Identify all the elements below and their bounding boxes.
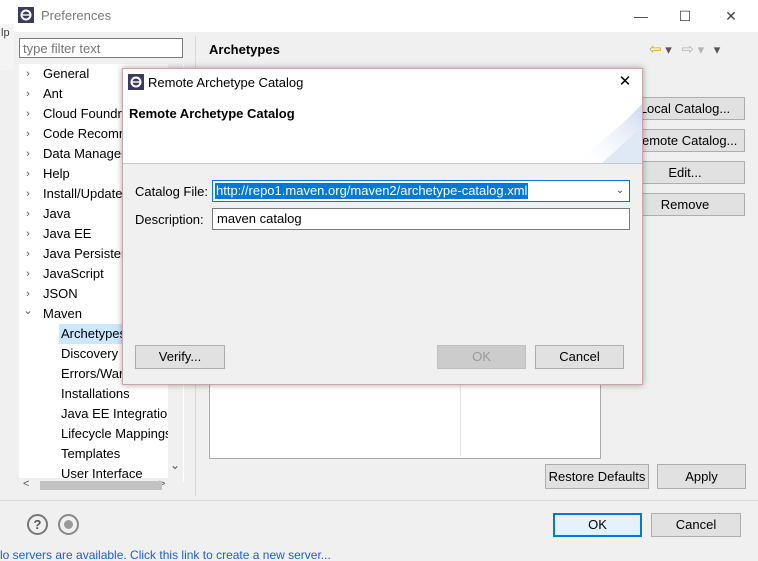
chevron-right-icon[interactable]: › (23, 84, 33, 104)
dialog-cancel-button[interactable]: Cancel (535, 345, 624, 369)
back-arrow-icon[interactable]: ⇦ (649, 41, 662, 58)
minimize-button[interactable]: — (618, 0, 664, 32)
dialog-title: Remote Archetype Catalog (148, 75, 304, 90)
description-field[interactable]: maven catalog (212, 208, 630, 230)
scroll-thumb[interactable] (40, 481, 162, 490)
tree-item-label: Maven (43, 306, 83, 321)
tree-item-label: Java EE Integration (61, 406, 175, 421)
forward-menu-icon[interactable]: ▾ (698, 42, 705, 57)
background-window-edge: lp (0, 24, 14, 70)
page-title: Archetypes (209, 42, 280, 57)
scroll-left-icon[interactable]: < (23, 478, 29, 490)
tree-item-label: Java (43, 206, 71, 221)
remove-button[interactable]: Remove (625, 193, 745, 216)
chevron-right-icon[interactable]: › (23, 224, 33, 244)
servers-status-link[interactable]: lo servers are available. Click this lin… (0, 549, 758, 561)
chevron-right-icon[interactable]: › (23, 64, 33, 84)
chevron-right-icon[interactable]: › (23, 204, 33, 224)
eclipse-app-icon (18, 7, 34, 23)
cancel-button[interactable]: Cancel (651, 513, 741, 537)
eclipse-app-icon (128, 74, 144, 90)
catalog-file-combo[interactable]: http://repo1.maven.org/maven2/archetype-… (212, 180, 630, 202)
tree-item-label: Ant (43, 86, 63, 101)
tree-item-label: Templates (61, 446, 121, 461)
banner-decoration (572, 104, 642, 163)
view-menu-icon[interactable]: ▾ (714, 42, 721, 57)
tree-item-label: JSON (43, 286, 78, 301)
background-window-text: lp (1, 27, 10, 39)
dialog-banner: Remote Archetype Catalog (123, 96, 642, 164)
catalog-file-value[interactable]: http://repo1.maven.org/maven2/archetype-… (215, 183, 529, 199)
forward-arrow-icon[interactable]: ⇨ (681, 41, 694, 58)
tree-item-label: Java EE (43, 226, 92, 241)
chevron-right-icon[interactable]: › (23, 164, 33, 184)
catalog-file-label: Catalog File: (135, 184, 208, 199)
help-icon[interactable]: ? (27, 514, 48, 535)
record-macro-icon[interactable] (58, 514, 79, 535)
dialog-close-button[interactable]: ✕ (613, 71, 637, 93)
ok-button[interactable]: OK (553, 513, 642, 537)
tree-item-label: General (43, 66, 90, 81)
add-remote-catalog-button[interactable]: Remote Catalog... (625, 129, 745, 152)
edit-button[interactable]: Edit... (625, 161, 745, 184)
tree-item-label: Discovery (61, 346, 119, 361)
chevron-right-icon[interactable]: › (23, 244, 33, 264)
scroll-down-icon[interactable]: ⌄ (170, 458, 180, 472)
tree-item-label: Lifecycle Mappings (61, 426, 172, 441)
tree-item-label: JavaScript (43, 266, 104, 281)
column-separator (460, 383, 461, 456)
restore-defaults-button[interactable]: Restore Defaults (545, 464, 649, 489)
tree-item-label: Archetypes (59, 324, 129, 344)
dialog-title-bar: Remote Archetype Catalog ✕ (123, 69, 642, 96)
tree-item-label: Install/Update (43, 186, 123, 201)
tree-item-label: Installations (61, 386, 130, 401)
dialog-ok-button[interactable]: OK (437, 345, 526, 369)
close-button[interactable]: ✕ (708, 0, 754, 32)
maximize-button[interactable]: ☐ (662, 0, 708, 32)
back-menu-icon[interactable]: ▾ (665, 42, 672, 57)
add-local-catalog-button[interactable]: Local Catalog... (625, 97, 745, 120)
tree-item-label: Help (43, 166, 70, 181)
remote-catalog-dialog: Remote Archetype Catalog ✕ Remote Archet… (122, 68, 643, 385)
window-title: Preferences (41, 8, 112, 23)
history-navigation: ⇦ ▾ ⇨ ▾ ▾ (649, 40, 720, 58)
chevron-right-icon[interactable]: › (23, 104, 33, 124)
catalog-list[interactable] (209, 382, 601, 459)
apply-button[interactable]: Apply (657, 464, 746, 489)
title-bar: Preferences — ☐ ✕ (0, 0, 758, 32)
chevron-right-icon[interactable]: › (23, 144, 33, 164)
banner-title: Remote Archetype Catalog (129, 106, 295, 121)
chevron-right-icon[interactable]: › (23, 184, 33, 204)
chevron-down-icon[interactable]: ⌄ (613, 183, 627, 199)
tree-item-label: Cloud Foundry (43, 106, 129, 121)
verify-button[interactable]: Verify... (135, 345, 225, 369)
chevron-down-icon[interactable]: ⌄ (23, 301, 33, 321)
chevron-right-icon[interactable]: › (23, 264, 33, 284)
filter-input[interactable] (19, 38, 183, 58)
description-label: Description: (135, 212, 204, 227)
chevron-right-icon[interactable]: › (23, 124, 33, 144)
footer-divider (0, 500, 758, 501)
